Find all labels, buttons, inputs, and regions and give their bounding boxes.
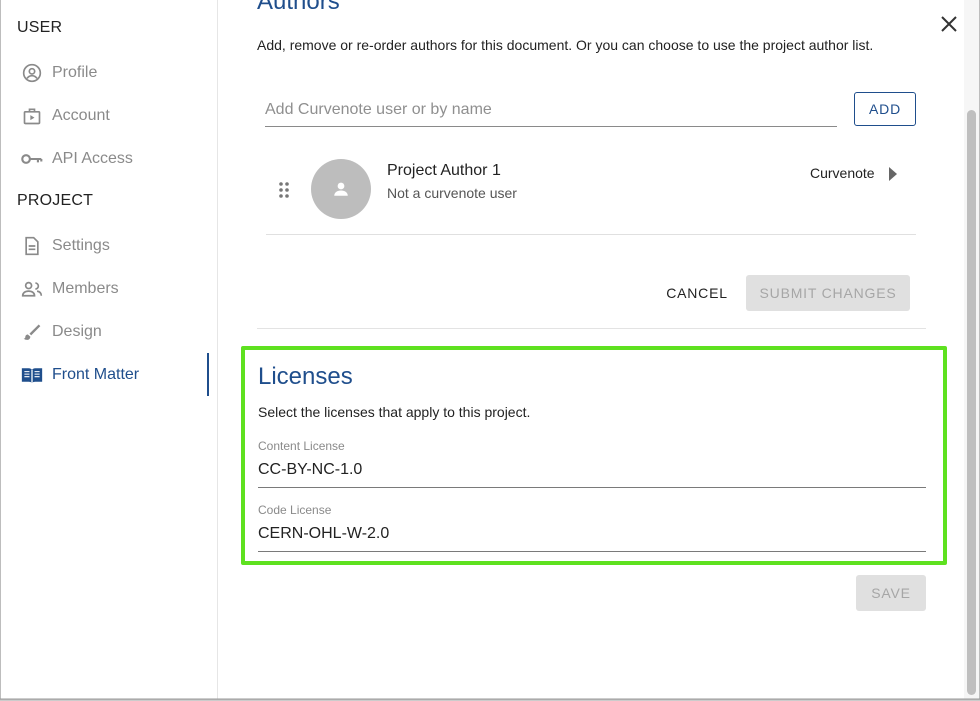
sidebar-item-front-matter[interactable]: Front Matter <box>21 363 139 387</box>
add-author-button[interactable]: ADD <box>854 92 916 126</box>
expand-arrow-icon[interactable] <box>889 167 897 181</box>
account-circle-icon <box>21 62 43 84</box>
author-name: Project Author 1 <box>387 162 501 179</box>
active-indicator <box>207 353 209 396</box>
sidebar-item-design[interactable]: Design <box>21 320 102 344</box>
sidebar-item-label: Design <box>52 323 102 340</box>
sidebar-section-user: USER <box>17 19 63 36</box>
sidebar-item-label: API Access <box>52 150 133 167</box>
sidebar-item-label: Members <box>52 280 119 297</box>
settings-content: Authors Add, remove or re-order authors … <box>218 0 964 699</box>
code-license-field[interactable]: CERN-OHL-W-2.0 <box>258 525 926 552</box>
author-list-item: Project Author 1 Not a curvenote user Cu… <box>266 146 916 235</box>
sidebar-item-account[interactable]: Account <box>21 104 110 128</box>
key-icon <box>21 148 43 170</box>
settings-dialog: USER Profile Account API Access PROJECT <box>0 0 980 700</box>
authors-title: Authors <box>257 0 340 15</box>
sidebar-item-label: Front Matter <box>52 366 140 383</box>
document-icon <box>21 235 43 257</box>
avatar <box>311 159 371 219</box>
content-license-label: Content License <box>258 439 345 453</box>
author-source: Curvenote <box>810 165 875 181</box>
sidebar-item-label: Profile <box>52 64 98 81</box>
submit-changes-button[interactable]: SUBMIT CHANGES <box>746 275 910 311</box>
sidebar-item-label: Account <box>52 107 110 124</box>
sidebar-item-members[interactable]: Members <box>21 277 119 301</box>
settings-sidebar: USER Profile Account API Access PROJECT <box>1 0 218 699</box>
sidebar-item-label: Settings <box>52 237 110 254</box>
licenses-title: Licenses <box>258 363 353 390</box>
add-author-input[interactable] <box>265 94 837 127</box>
author-subtitle: Not a curvenote user <box>387 185 517 201</box>
scroll-thumb[interactable] <box>967 110 976 695</box>
sidebar-section-project: PROJECT <box>17 192 94 209</box>
sidebar-item-profile[interactable]: Profile <box>21 61 97 85</box>
brush-icon <box>21 321 43 343</box>
cancel-button[interactable]: CANCEL <box>659 276 735 310</box>
drag-handle-icon[interactable] <box>278 181 290 204</box>
scrollbar[interactable] <box>964 0 979 699</box>
section-divider <box>257 328 926 329</box>
briefcase-icon <box>21 105 43 127</box>
person-icon <box>334 182 348 196</box>
book-icon <box>21 364 43 386</box>
sidebar-item-settings[interactable]: Settings <box>21 234 110 258</box>
licenses-description: Select the licenses that apply to this p… <box>258 404 531 420</box>
people-icon <box>21 278 43 300</box>
sidebar-item-api-access[interactable]: API Access <box>21 147 133 171</box>
content-license-field[interactable]: CC-BY-NC-1.0 <box>258 461 926 488</box>
close-icon[interactable] <box>938 13 960 35</box>
authors-description: Add, remove or re-order authors for this… <box>257 37 874 53</box>
save-button[interactable]: SAVE <box>856 575 926 611</box>
code-license-label: Code License <box>258 503 332 517</box>
